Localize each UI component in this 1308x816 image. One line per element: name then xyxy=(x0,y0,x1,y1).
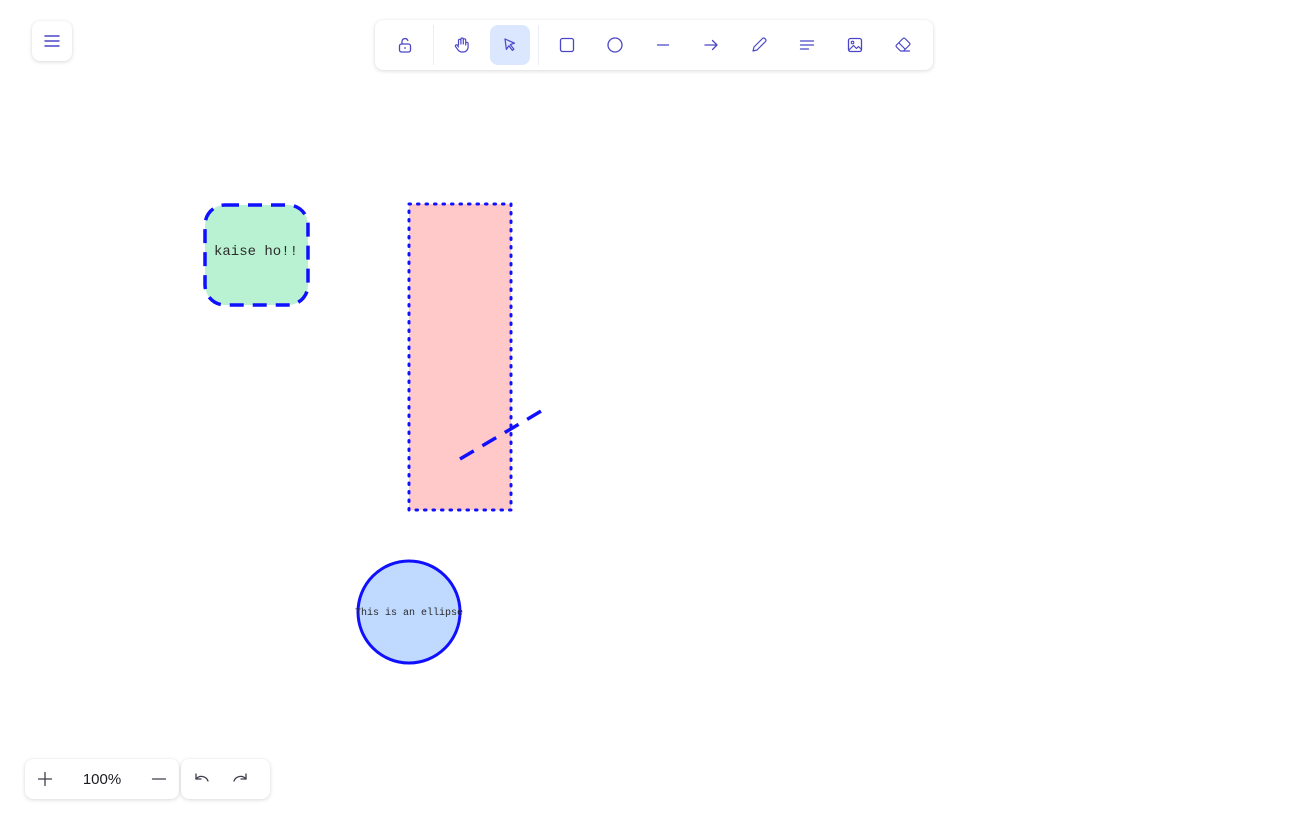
history-controls xyxy=(181,759,270,799)
shape-rounded-rectangle[interactable]: kaise ho!! xyxy=(203,203,310,307)
minus-icon xyxy=(151,778,167,780)
redo-button[interactable] xyxy=(221,759,261,799)
zoom-in-button[interactable] xyxy=(25,759,65,799)
zoom-controls: 100% xyxy=(25,759,179,799)
shape-rectangle[interactable] xyxy=(407,202,513,512)
zoom-level[interactable]: 100% xyxy=(65,771,139,788)
undo-button[interactable] xyxy=(181,759,221,799)
redo-icon xyxy=(233,773,247,782)
shape-label: kaise ho!! xyxy=(214,244,298,260)
shape-ellipse[interactable]: This is an ellipse xyxy=(355,559,463,665)
drawing-canvas[interactable]: kaise ho!! This is an ellipse xyxy=(0,0,1308,816)
zoom-out-button[interactable] xyxy=(139,759,179,799)
shape-label: This is an ellipse xyxy=(355,607,463,619)
plus-icon xyxy=(37,771,53,787)
undo-icon xyxy=(195,773,209,782)
